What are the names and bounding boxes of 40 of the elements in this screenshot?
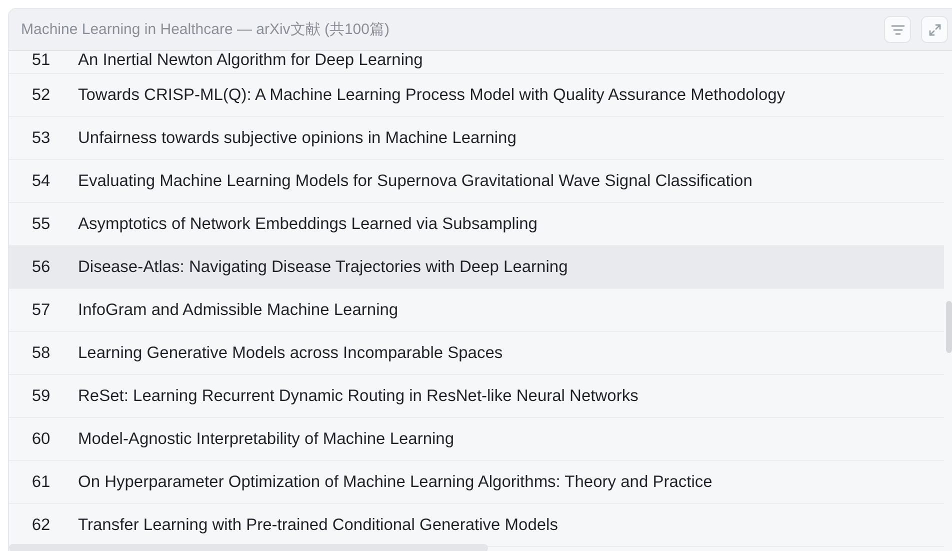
- list-row[interactable]: 52 Towards CRISP-ML(Q): A Machine Learning Process Model with Quality Assurance Methodology: [9, 74, 944, 117]
- list-row[interactable]: 58 Learning Generative Models across Incomparable Spaces: [9, 332, 944, 375]
- vertical-scrollbar[interactable]: [946, 301, 952, 353]
- list-row[interactable]: 60 Model-Agnostic Interpretability of Machine Learning: [9, 418, 944, 461]
- paper-title: ReSet: Learning Recurrent Dynamic Routing in ResNet-like Neural Networks: [78, 386, 638, 406]
- row-number: 53: [30, 128, 52, 148]
- list-row[interactable]: 61 On Hyperparameter Optimization of Machine Learning Algorithms: Theory and Practice: [9, 461, 944, 504]
- panel-title: Machine Learning in Healthcare — arXiv文献 (共100篇): [21, 20, 390, 39]
- filter-button[interactable]: [884, 16, 911, 43]
- paper-title: Evaluating Machine Learning Models for Supernova Gravitational Wave Signal Classification: [78, 172, 752, 190]
- paper-title: InfoGram and Admissible Machine Learning: [78, 300, 398, 320]
- row-number: 57: [30, 300, 52, 320]
- list-row[interactable]: 51 An Inertial Newton Algorithm for Deep Learning: [9, 51, 944, 74]
- row-number: 54: [30, 172, 52, 190]
- expand-button[interactable]: [921, 16, 948, 43]
- row-number: 61: [30, 472, 52, 492]
- paper-title: An Inertial Newton Algorithm for Deep Learning: [78, 51, 423, 70]
- paper-title: Asymptotics of Network Embeddings Learned via Subsampling: [78, 214, 538, 234]
- paper-title: Towards CRISP-ML(Q): A Machine Learning Process Model with Quality Assurance Methodology: [78, 86, 786, 104]
- row-number: 59: [30, 386, 52, 406]
- list-row[interactable]: 57 InfoGram and Admissible Machine Learning: [9, 289, 944, 332]
- paper-title: Learning Generative Models across Incomparable Spaces: [78, 344, 503, 362]
- horizontal-scrollbar[interactable]: [9, 544, 488, 551]
- row-number: 55: [30, 214, 52, 234]
- paper-title: Model-Agnostic Interpretability of Machine Learning: [78, 430, 454, 448]
- paper-title: Unfairness towards subjective opinions in Machine Learning: [78, 128, 516, 148]
- paper-title: On Hyperparameter Optimization of Machine Learning Algorithms: Theory and Practice: [78, 472, 712, 492]
- row-number: 58: [30, 344, 52, 362]
- paper-title: Disease-Atlas: Navigating Disease Trajectories with Deep Learning: [78, 258, 568, 276]
- row-number: 62: [30, 516, 52, 534]
- row-number: 60: [30, 430, 52, 448]
- list-row[interactable]: 56 Disease-Atlas: Navigating Disease Trajectories with Deep Learning: [9, 246, 944, 289]
- list-row[interactable]: 59 ReSet: Learning Recurrent Dynamic Routing in ResNet-like Neural Networks: [9, 375, 944, 418]
- list-row[interactable]: 53 Unfairness towards subjective opinions in Machine Learning: [9, 117, 944, 160]
- list-row[interactable]: 54 Evaluating Machine Learning Models for Supernova Gravitational Wave Signal Classification: [9, 160, 944, 203]
- row-number: 56: [30, 258, 52, 276]
- paper-title: Transfer Learning with Pre-trained Conditional Generative Models: [78, 516, 558, 534]
- row-number: 52: [30, 86, 52, 104]
- expand-icon: [926, 22, 942, 38]
- row-number: 51: [30, 51, 52, 70]
